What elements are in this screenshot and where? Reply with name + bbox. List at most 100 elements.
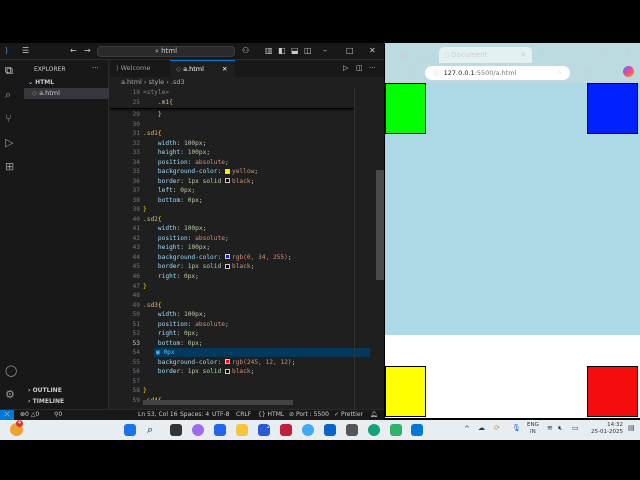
problems-indicator[interactable]: ⊗0 △0 xyxy=(20,410,39,420)
breadcrumb-style[interactable]: style xyxy=(149,78,165,86)
indentation[interactable]: Spaces: 4 xyxy=(180,410,209,420)
favorites-icon[interactable]: ☆≡ xyxy=(581,68,593,76)
more-icon[interactable]: ··· xyxy=(603,68,610,76)
code-line[interactable]: border: 1px solid black; xyxy=(143,263,254,270)
split-editor-icon[interactable]: ◫ xyxy=(356,64,363,72)
minimize-button[interactable]: – xyxy=(323,46,327,55)
app-icon-2[interactable] xyxy=(302,424,314,436)
code-line[interactable]: background-color: rgb(245, 12, 12); xyxy=(143,359,295,366)
eol[interactable]: CRLF xyxy=(236,410,251,420)
maximize-button[interactable]: □ xyxy=(602,49,609,57)
wifi-icon[interactable]: ≋ xyxy=(547,424,553,432)
code-line[interactable]: right: 0px; xyxy=(143,273,199,280)
weather-icon[interactable]: 4 xyxy=(10,420,23,436)
language-mode[interactable]: {} HTML xyxy=(258,410,284,420)
timeline-section[interactable]: › TIMELINE xyxy=(28,398,64,405)
run-icon[interactable]: ▷ xyxy=(343,64,348,72)
file-a-html[interactable]: ◇ a.html xyxy=(24,88,109,99)
maximize-button[interactable]: □ xyxy=(346,46,354,55)
live-server-port[interactable]: ⊘ Port : 5500 xyxy=(289,410,329,420)
more-actions-icon[interactable]: ··· xyxy=(92,64,99,72)
code-line[interactable]: position: absolute; xyxy=(143,235,229,242)
close-tab-icon[interactable]: ✕ xyxy=(520,47,526,63)
battery-icon[interactable]: ▭ xyxy=(572,424,579,432)
color-swatch[interactable] xyxy=(224,263,230,269)
search-icon[interactable]: ⌕ xyxy=(5,88,11,102)
volume-muted-icon[interactable]: 🔇︎ xyxy=(558,424,562,433)
copilot-icon[interactable]: ⚇ xyxy=(242,46,249,55)
code-line[interactable]: background-color: rgb(0, 34, 255); xyxy=(143,254,292,261)
code-line[interactable]: border: 1px solid black; xyxy=(143,368,254,375)
color-swatch[interactable] xyxy=(224,178,230,184)
back-icon[interactable]: ← xyxy=(70,46,77,55)
account-icon[interactable]: ◯ xyxy=(5,364,17,377)
code-line[interactable]: } xyxy=(143,111,162,118)
code-line[interactable]: border: 1px solid black; xyxy=(143,178,254,185)
minimize-button[interactable]: – xyxy=(580,49,584,57)
onedrive-icon[interactable]: ☁ xyxy=(478,424,485,432)
vscode-taskbar-icon[interactable] xyxy=(411,424,423,436)
code-line[interactable]: width: 100px; xyxy=(143,140,206,147)
notifications-icon[interactable]: 🔔︎ xyxy=(370,410,378,420)
sticky-scroll-line[interactable]: .m1{ xyxy=(143,99,173,106)
run-debug-icon[interactable]: ▷ xyxy=(5,136,13,149)
color-swatch[interactable] xyxy=(224,168,230,174)
code-line[interactable]: } xyxy=(143,387,147,394)
code-line[interactable]: width: 100px; xyxy=(143,311,206,318)
mcafee-icon[interactable] xyxy=(280,424,292,436)
folder-html[interactable]: ⌄ HTML xyxy=(28,79,54,86)
outline-section[interactable]: › OUTLINE xyxy=(28,387,62,394)
sticky-scroll-line[interactable]: <style> xyxy=(143,89,169,96)
toggle-sidebar-icon[interactable]: ◧ xyxy=(278,46,286,55)
code-editor[interactable]: 18 <style> 25 .m1{29 } 30 31 .sd1{32 width: 1… xyxy=(110,88,384,409)
mic-icon[interactable]: 🎙︎ xyxy=(512,424,521,432)
close-button[interactable]: ✕ xyxy=(624,49,630,57)
layout-icon[interactable]: ▥ xyxy=(265,46,273,55)
code-line[interactable]: right: 0px; xyxy=(143,330,199,337)
code-line[interactable]: left: 0px; xyxy=(143,187,195,194)
code-line[interactable]: bottom: 0px; xyxy=(143,340,203,347)
breadcrumb-sd3[interactable]: .sd3 xyxy=(171,78,185,86)
explorer-icon[interactable]: ⧉ xyxy=(5,64,13,78)
code-line[interactable]: background-color: yellow; xyxy=(143,168,258,175)
forward-icon[interactable]: → xyxy=(84,46,91,55)
more-actions-icon[interactable]: ··· xyxy=(369,64,376,72)
extensions-icon[interactable]: ⊞ xyxy=(5,160,14,173)
code-line[interactable]: .sd3{ xyxy=(143,302,162,309)
tab-welcome[interactable]: ⟩ Welcome xyxy=(110,60,170,77)
breadcrumb-file[interactable]: a.html xyxy=(121,78,142,86)
address-bar[interactable]: ⓘ 127.0.0.1:5500/a.html ☆ xyxy=(425,66,570,80)
code-line[interactable]: height: 100px; xyxy=(143,149,210,156)
app-icon-3[interactable] xyxy=(390,424,402,436)
edge-icon[interactable] xyxy=(368,424,380,436)
outlook-icon[interactable] xyxy=(324,424,336,436)
notification-center-icon[interactable]: ▤ xyxy=(628,424,635,432)
app-icon[interactable]: 2 xyxy=(258,424,270,436)
search-icon[interactable]: ⌕ xyxy=(147,423,153,437)
tray-chevron-icon[interactable]: ^ xyxy=(464,425,470,433)
code-line[interactable]: } xyxy=(143,283,147,290)
ports-indicator[interactable]: ⚲0 xyxy=(54,410,62,420)
code-line[interactable]: } xyxy=(143,206,147,213)
code-line[interactable]: .sd1{ xyxy=(143,130,162,137)
code-line[interactable]: position: absolute; xyxy=(143,159,229,166)
cursor-position[interactable]: Ln 53, Col 16 xyxy=(138,410,178,420)
store-icon[interactable] xyxy=(214,424,226,436)
code-line[interactable]: width: 100px; xyxy=(143,225,206,232)
language-indicator[interactable]: ENG IN xyxy=(527,422,539,436)
tab-actions-icon[interactable]: ▢ xyxy=(420,51,428,60)
toggle-secondary-sidebar-icon[interactable]: ◫ xyxy=(304,46,312,55)
color-swatch[interactable] xyxy=(224,368,230,374)
code-line[interactable]: .sd2{ xyxy=(143,216,162,223)
code-line[interactable]: height: 100px; xyxy=(143,244,210,251)
new-tab-icon[interactable]: + xyxy=(538,49,546,59)
media-icon[interactable] xyxy=(346,424,358,436)
workspaces-icon[interactable]: ⧉ xyxy=(399,51,405,61)
command-center-search[interactable]: ⌕ html xyxy=(97,46,235,57)
horizontal-scrollbar[interactable] xyxy=(143,400,293,405)
code-line[interactable]: bottom: 0px; xyxy=(143,197,203,204)
close-button[interactable]: ✕ xyxy=(369,46,376,55)
source-control-icon[interactable]: ⑂ xyxy=(5,112,12,125)
tab-a-html[interactable]: ◇ a.html ✕ xyxy=(170,60,235,77)
encoding[interactable]: UTF-8 xyxy=(212,410,230,420)
